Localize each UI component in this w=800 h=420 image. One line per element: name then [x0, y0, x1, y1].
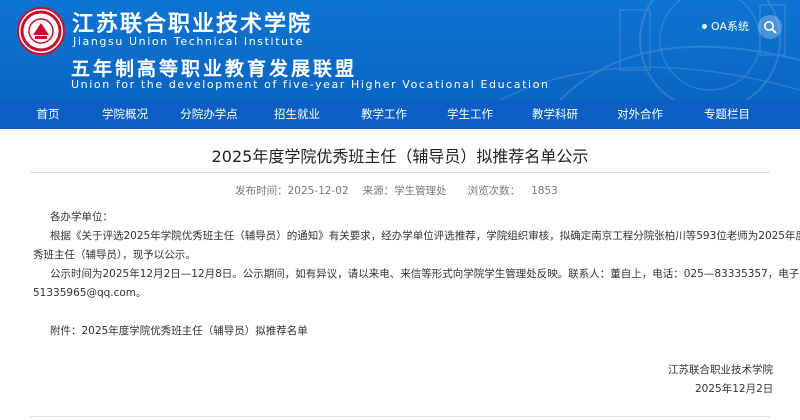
school-logo[interactable] [17, 7, 65, 55]
attachment-link[interactable]: 附件：2025年度学院优秀班主任（辅导员）拟推荐名单 [50, 322, 308, 341]
paragraph-2-line-1: 公示时间为2025年12月2日—12月8日。公示期间，如有异议，请以来电、来信等… [50, 268, 800, 280]
nav-item-teaching[interactable]: 教学工作 [330, 100, 438, 129]
school-logo-icon [20, 10, 62, 52]
signature-org: 江苏联合职业技术学院 [668, 364, 773, 376]
paragraph-1-line-2: 秀班主任（辅导员），现予以公示。 [33, 249, 196, 261]
article-title: 2025年度学院优秀班主任（辅导员）拟推荐名单公示 [211, 147, 589, 166]
slogan-cn: 五年制高等职业教育发展联盟 [71, 58, 358, 80]
view-count: 浏览次数： 1853 [461, 185, 565, 197]
bullet-icon [702, 23, 707, 29]
paragraph-2-line-2: 51335965@qq.com。 [33, 287, 147, 299]
search-button[interactable] [758, 15, 782, 39]
salutation: 各办学单位： [50, 211, 113, 223]
nav-item-research[interactable]: 教学科研 [502, 100, 608, 129]
nav-item-cooperation[interactable]: 对外合作 [608, 100, 672, 129]
nav-item-admissions[interactable]: 招生就业 [264, 100, 330, 129]
paragraph-1-line-1: 根据《关于评选2025年学院优秀班主任（辅导员）的通知》有关要求，经办学单位评选… [50, 230, 800, 242]
search-icon [764, 21, 777, 34]
oa-link-label: OA系统 [711, 20, 749, 33]
slogan-en: Union for the development of five-year H… [71, 78, 550, 91]
school-name-cn: 江苏联合职业技术学院 [72, 11, 313, 37]
site-header: 江苏联合职业技术学院 Jiangsu Union Technical Insti… [0, 0, 800, 100]
publish-time: 发布时间：2025-12-02 [235, 185, 349, 197]
article-source: 来源：学生管理处 [362, 185, 447, 197]
oa-system-link[interactable]: OA系统 [702, 20, 749, 34]
nav-item-about[interactable]: 学院概况 [96, 100, 154, 129]
footer-divider [30, 416, 770, 417]
school-name-en: Jiangsu Union Technical Institute [73, 35, 304, 48]
nav-item-student-affairs[interactable]: 学生工作 [438, 100, 502, 129]
view-count-value: 1853 [531, 185, 558, 197]
title-divider [30, 172, 770, 173]
nav-item-branches[interactable]: 分院办学点 [154, 100, 264, 129]
nav-item-home[interactable]: 首页 [0, 100, 96, 129]
signature-date: 2025年12月2日 [695, 383, 774, 395]
main-nav: 首页 学院概况 分院办学点 招生就业 教学工作 学生工作 教学科研 对外合作 专… [0, 100, 800, 129]
view-count-label: 浏览次数： [467, 185, 521, 197]
nav-item-topics[interactable]: 专题栏目 [672, 100, 782, 129]
article-meta: 发布时间：2025-12-02 来源：学生管理处 浏览次数： 1853 [0, 183, 800, 198]
